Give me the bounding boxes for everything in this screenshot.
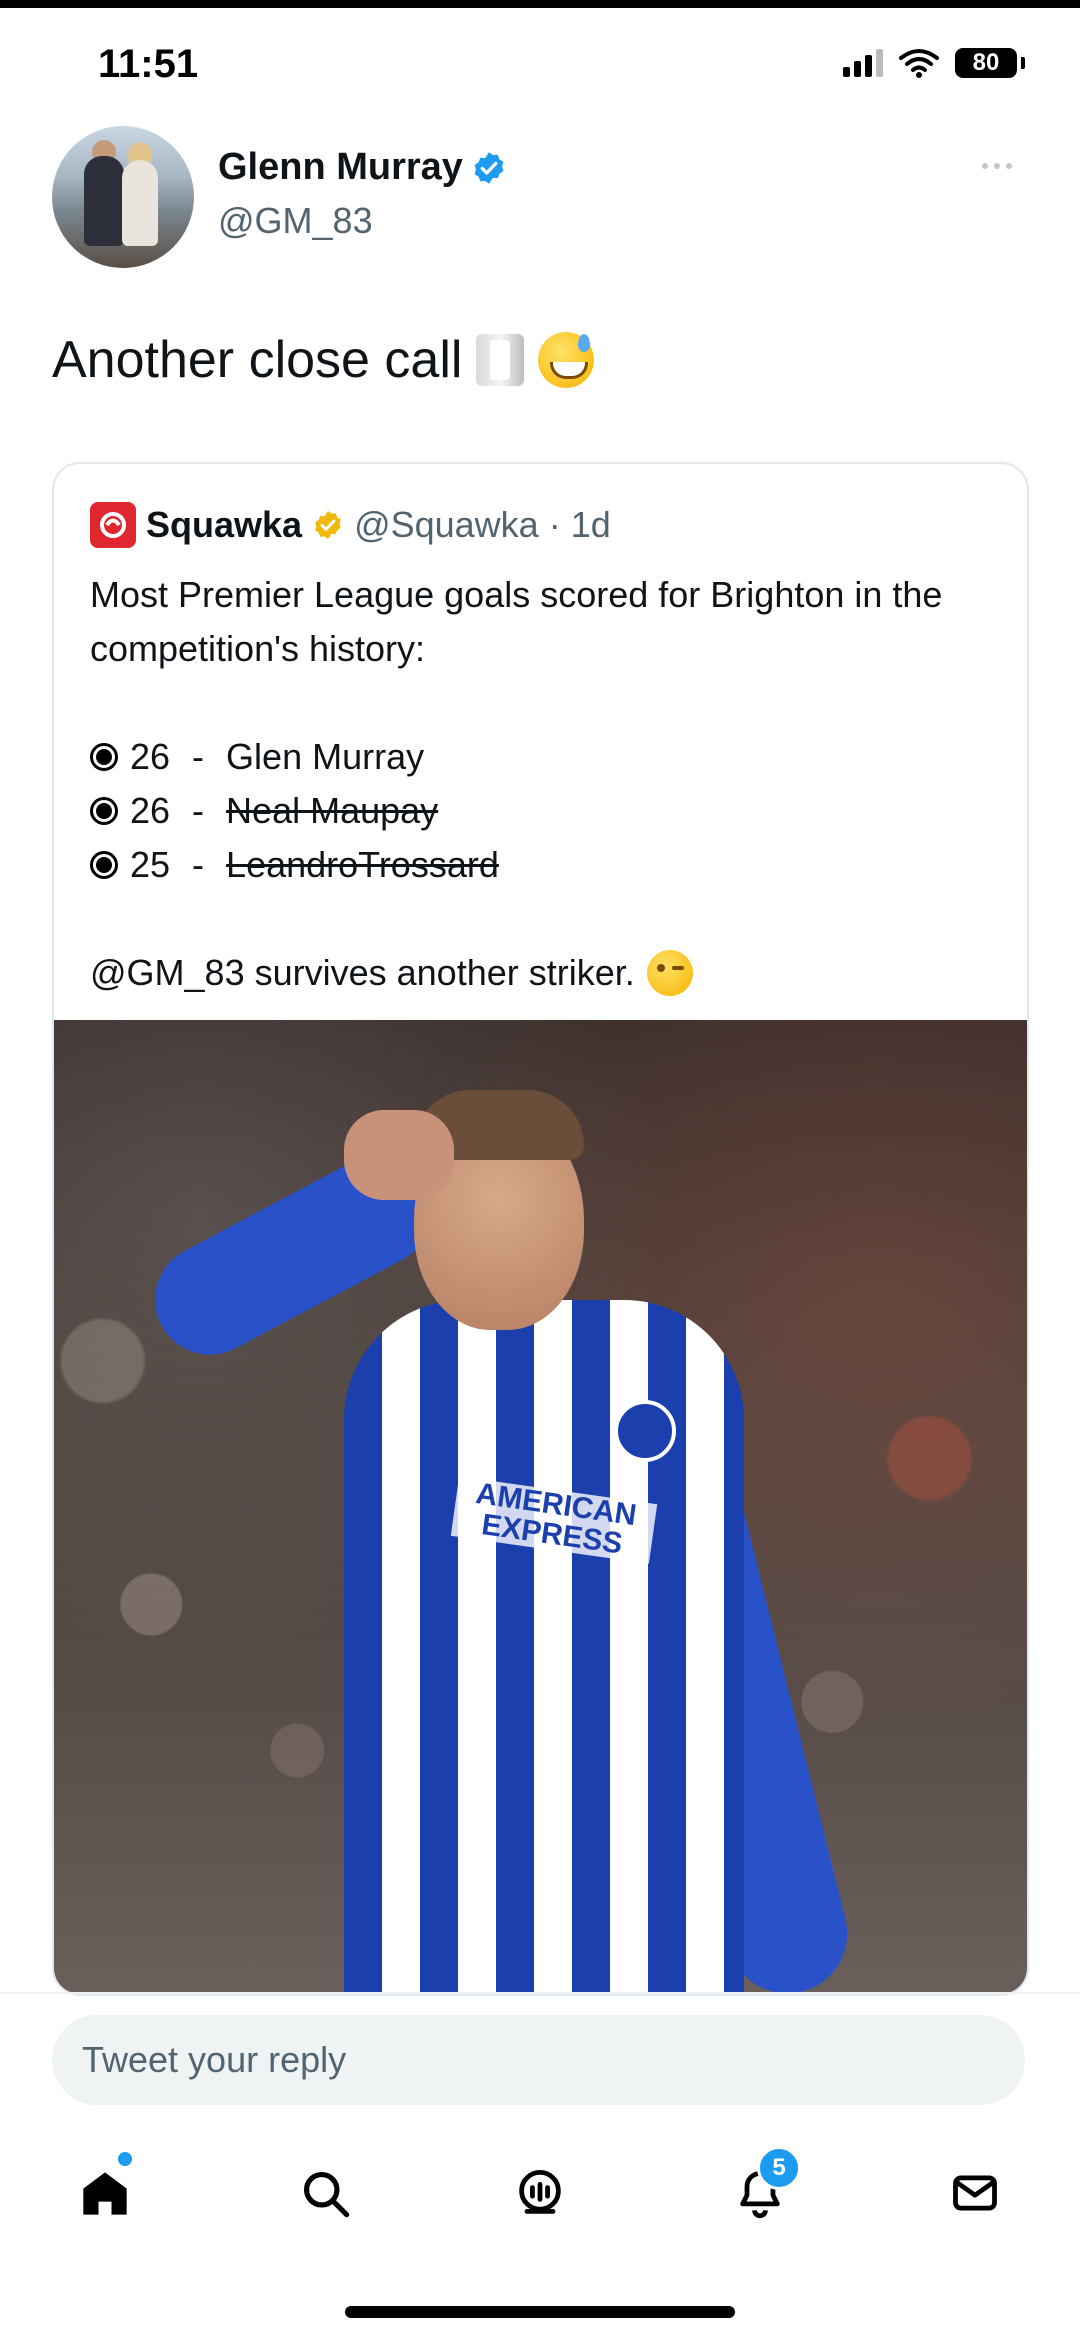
verified-badge-icon [474, 151, 504, 184]
item-separator: - [182, 844, 215, 885]
bottom-nav: 5 [0, 2140, 1080, 2250]
squawka-logo-icon [90, 502, 136, 548]
quoted-tweet-outro: @GM_83 survives another striker. [90, 946, 990, 1000]
verified-gold-badge-icon [315, 511, 341, 539]
mail-icon [953, 2175, 997, 2211]
list-item: 26 - Glen Murray [90, 730, 990, 784]
avatar[interactable] [52, 126, 194, 268]
tweet-header: Glenn Murray @GM_83 [52, 126, 1032, 276]
status-indicators: 80 [843, 48, 1025, 78]
status-time: 11:51 [98, 42, 199, 86]
nav-home[interactable] [70, 2152, 140, 2228]
item-count: 25 [130, 844, 171, 885]
bullet-icon [90, 743, 118, 771]
quoted-author-name[interactable]: Squawka [146, 504, 302, 546]
outro-text: @GM_83 survives another striker. [90, 952, 635, 993]
battery-cap [1021, 57, 1025, 69]
nav-search[interactable] [290, 2158, 360, 2228]
item-count: 26 [130, 736, 171, 777]
quoted-tweet-line: Most Premier League goals scored for Bri… [90, 574, 943, 669]
club-crest-icon [614, 1400, 676, 1462]
item-name: LeandroTrossard [226, 844, 499, 885]
item-name: Glen Murray [226, 736, 425, 777]
top-edge [0, 0, 1080, 8]
search-icon [303, 2171, 350, 2218]
reply-bar[interactable] [52, 2015, 1025, 2105]
item-count: 26 [130, 790, 171, 831]
nav-messages[interactable] [940, 2158, 1010, 2228]
item-name: Neal Maupay [226, 790, 439, 831]
status-bar: 11:51 80 [0, 30, 1080, 110]
quoted-tweet-header: Squawka @Squawka · 1d [90, 502, 611, 548]
toilet-paper-emoji-icon [476, 334, 525, 386]
wifi-icon [899, 49, 939, 78]
nav-spaces[interactable] [505, 2158, 575, 2228]
tweet-text-row: Another close call [52, 330, 595, 390]
notifications-badge: 5 [757, 2146, 801, 2190]
author-name[interactable]: Glenn Murray [218, 146, 463, 189]
wink-emoji-icon [646, 950, 693, 996]
battery-level: 80 [955, 48, 1017, 78]
home-icon [83, 2172, 127, 2215]
sweat-smile-emoji-icon [538, 332, 595, 388]
quoted-tweet-card[interactable]: Squawka @Squawka · 1d Most Premier Leagu… [52, 462, 1029, 1996]
player-shirt [344, 1300, 744, 1994]
nav-notifications[interactable]: 5 [725, 2146, 801, 2228]
author-name-row[interactable]: Glenn Murray [218, 146, 507, 189]
tweet-text: Another close call [52, 331, 463, 389]
unread-dot [118, 2152, 132, 2166]
player-hand [344, 1110, 454, 1200]
quoted-tweet-time: · 1d [548, 504, 611, 545]
bullet-icon [90, 797, 118, 825]
quoted-tweet-body: Most Premier League goals scored for Bri… [90, 568, 990, 1000]
list-item: 25 - LeandroTrossard [90, 838, 990, 892]
quoted-author-handle[interactable]: @Squawka [354, 504, 539, 546]
tweet-photo[interactable]: AMERICAN EXPRESS [54, 1020, 1027, 1994]
more-options-icon[interactable] [972, 156, 1022, 176]
goal-list: 26 - Glen Murray 26 - Neal Maupay 25 - L… [90, 730, 990, 892]
author-handle[interactable]: @GM_83 [218, 200, 373, 242]
list-item: 26 - Neal Maupay [90, 784, 990, 838]
reply-input[interactable] [52, 2015, 1025, 2105]
item-separator: - [182, 790, 215, 831]
bullet-icon [90, 851, 118, 879]
divider [0, 1992, 1080, 1994]
home-indicator[interactable] [345, 2306, 735, 2318]
signal-icon [843, 49, 883, 77]
spaces-icon [519, 2170, 561, 2214]
item-separator: - [182, 736, 215, 777]
